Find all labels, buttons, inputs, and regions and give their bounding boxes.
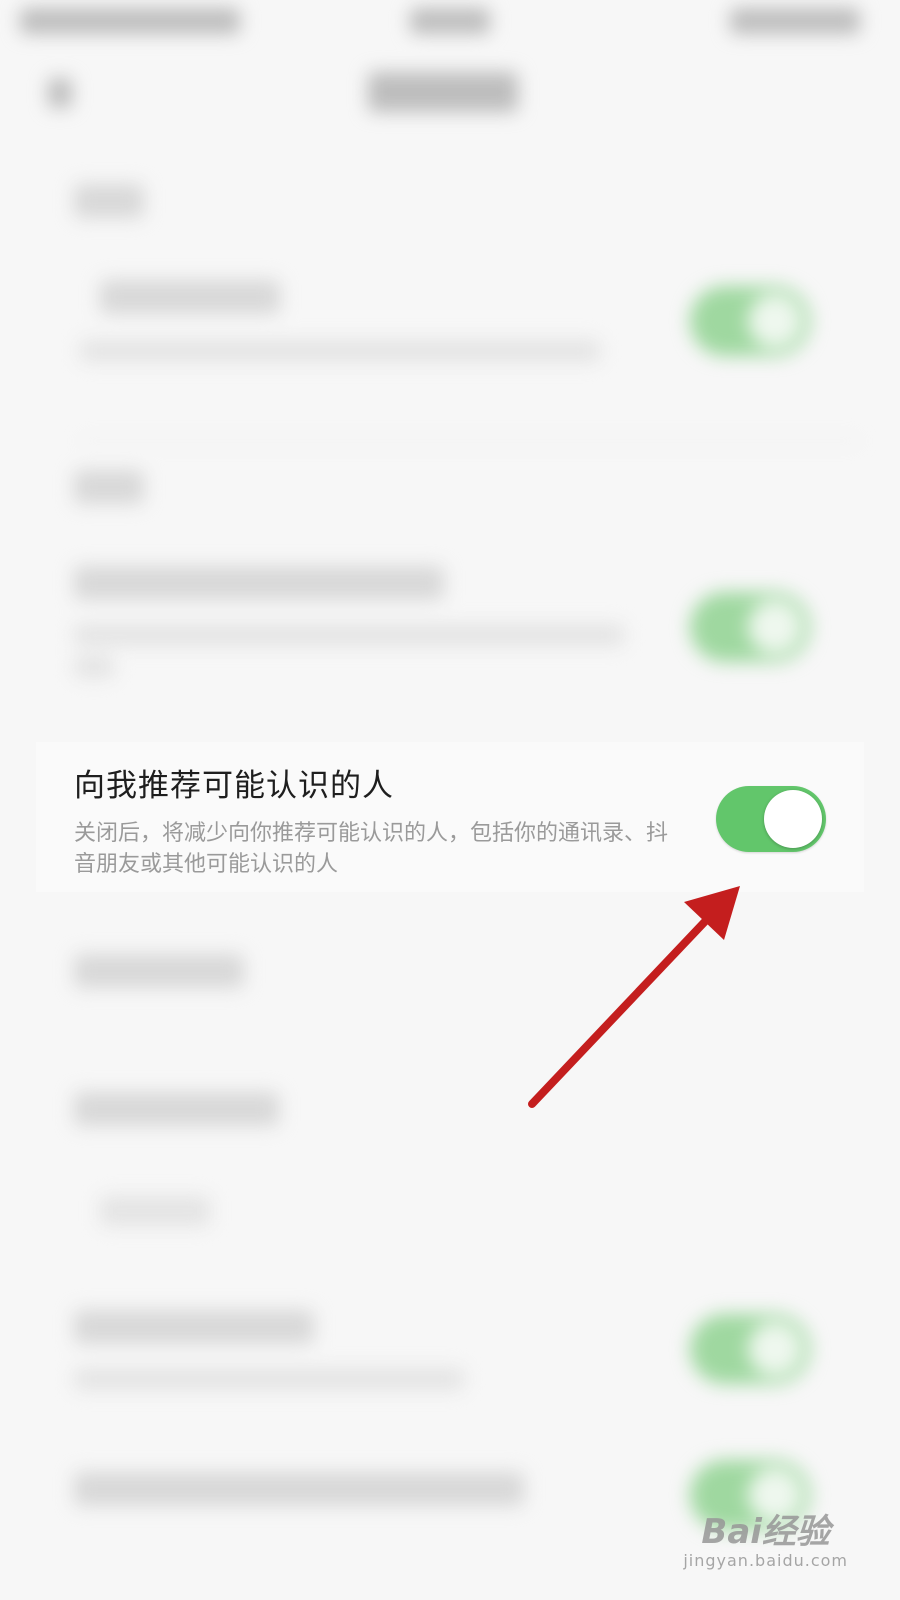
row-title-1 bbox=[100, 280, 280, 314]
row-desc-1 bbox=[80, 340, 600, 362]
baidu-watermark: Bai经验 jingyan.baidu.com bbox=[683, 1504, 848, 1570]
toggle-knob bbox=[764, 790, 822, 848]
row-desc-2 bbox=[74, 624, 624, 646]
row-title-5 bbox=[74, 1310, 314, 1344]
section-header-2 bbox=[74, 470, 144, 504]
row-title-4 bbox=[74, 1092, 279, 1126]
setting-description: 关闭后，将减少向你推荐可能认识的人，包括你的通讯录、抖音朋友或其他可能认识的人 bbox=[74, 821, 669, 877]
toggle-1[interactable] bbox=[690, 286, 810, 356]
setting-title: 向我推荐可能认识的人 bbox=[74, 768, 394, 804]
toggle-5[interactable] bbox=[690, 1314, 810, 1384]
setting-row-recommend-people: 向我推荐可能认识的人 关闭后，将减少向你推荐可能认识的人，包括你的通讯录、抖音朋… bbox=[36, 742, 864, 892]
row-desc-2b bbox=[74, 656, 114, 678]
watermark-url: jingyan.baidu.com bbox=[683, 1551, 848, 1570]
status-bar-left bbox=[20, 8, 240, 34]
row-title-6 bbox=[74, 1472, 524, 1506]
divider bbox=[80, 440, 860, 442]
status-bar-right bbox=[730, 8, 860, 34]
status-bar-center bbox=[410, 8, 490, 34]
page-title bbox=[368, 72, 518, 112]
row-desc-5 bbox=[74, 1368, 464, 1390]
toggle-2[interactable] bbox=[690, 592, 810, 662]
recommend-people-toggle[interactable] bbox=[716, 786, 826, 852]
row-title-3[interactable] bbox=[74, 954, 244, 988]
section-header-1 bbox=[74, 184, 144, 218]
watermark-brand-text: Bai经验 bbox=[701, 1512, 830, 1552]
watermark-brand: Bai经验 bbox=[683, 1504, 848, 1553]
row-option[interactable] bbox=[100, 1196, 210, 1226]
row-title-2 bbox=[74, 566, 444, 600]
back-icon[interactable] bbox=[48, 78, 72, 108]
